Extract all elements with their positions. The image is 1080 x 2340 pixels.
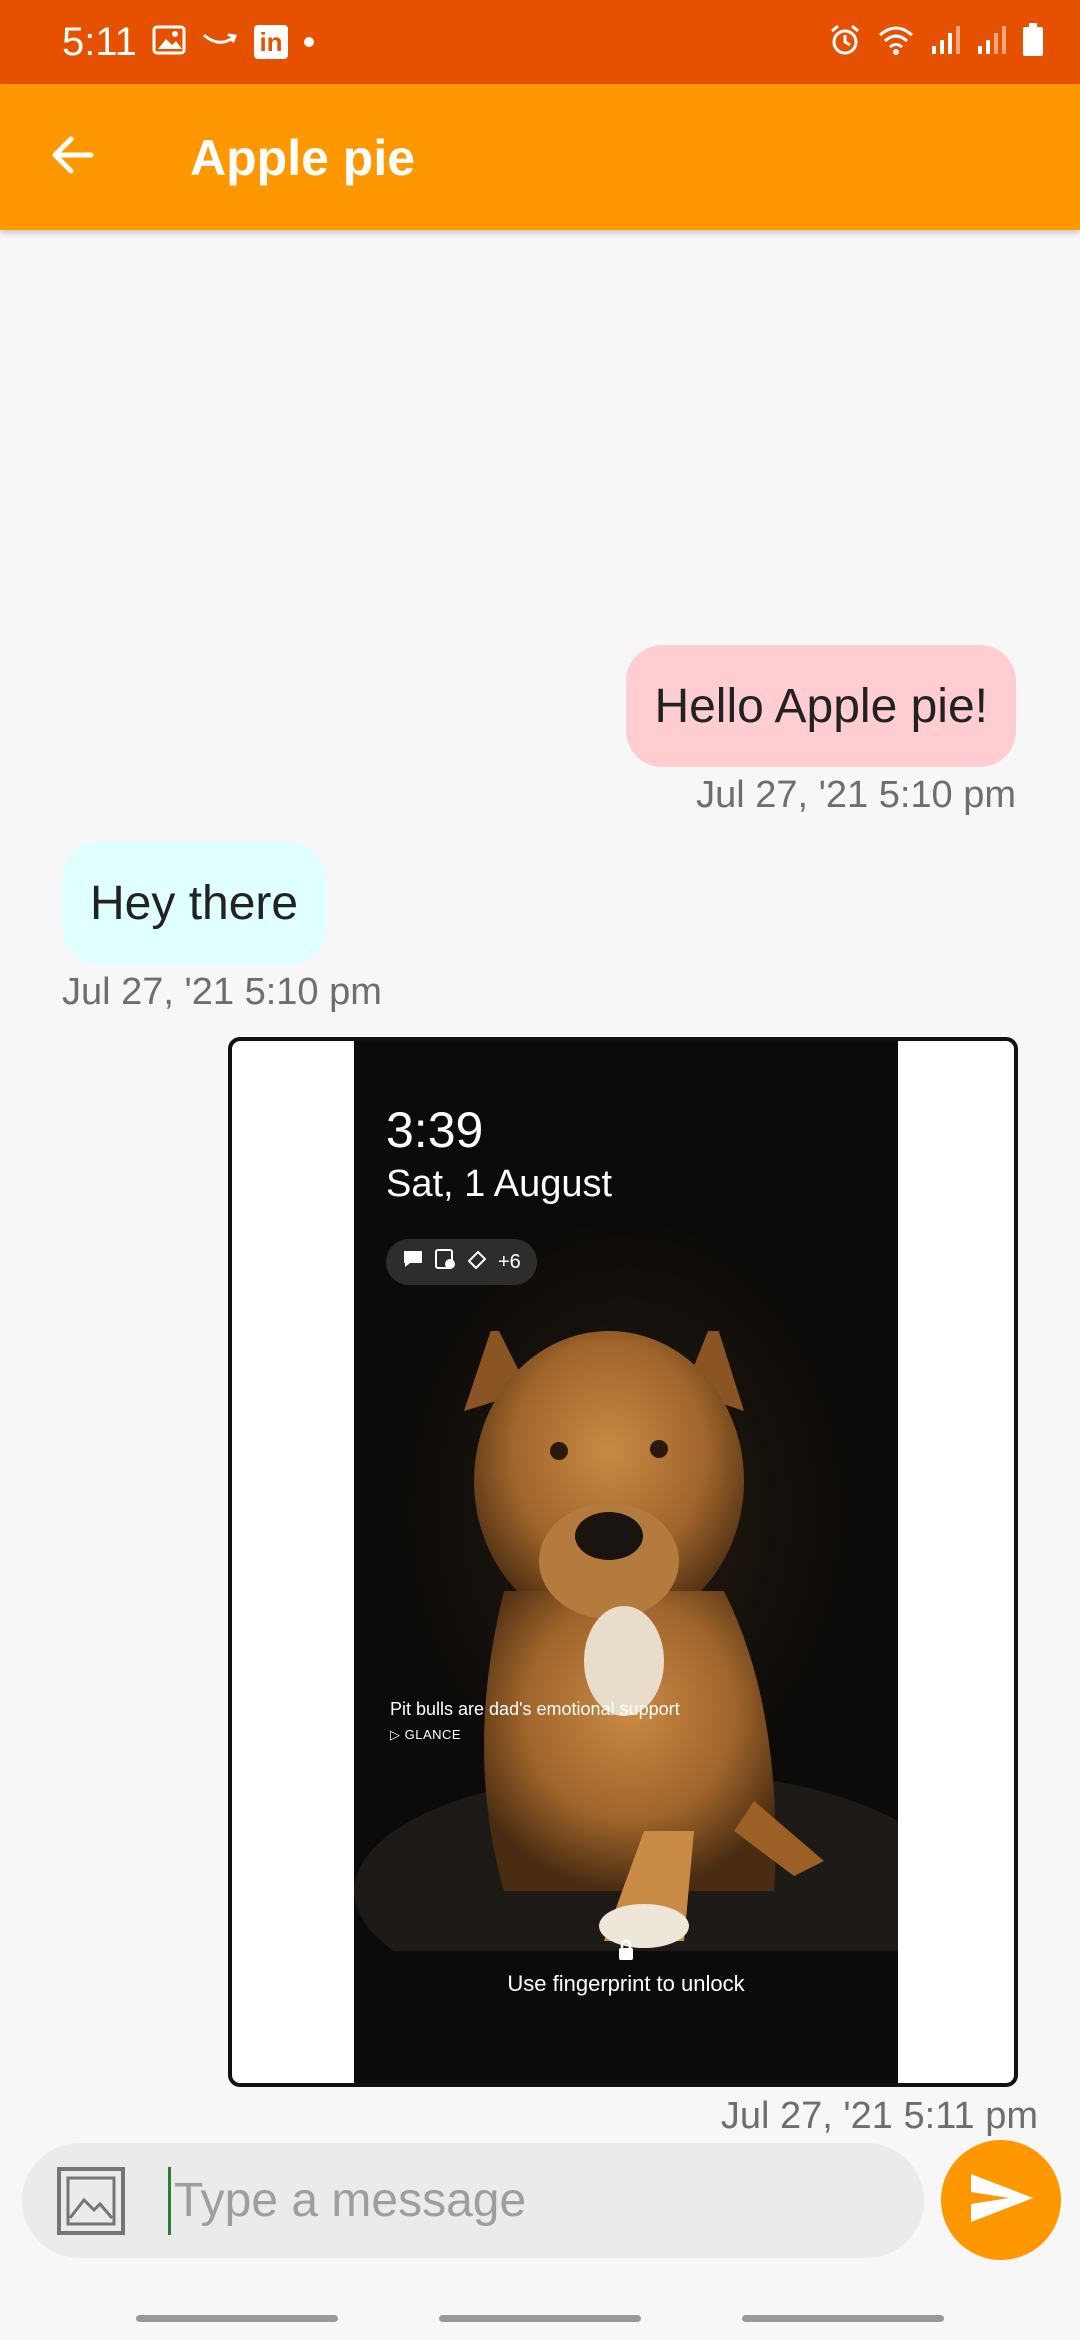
message-input[interactable] (174, 2143, 894, 2258)
chat-bubble-icon (402, 1249, 424, 1275)
send-button[interactable] (941, 2140, 1061, 2260)
signal-icon (930, 24, 962, 61)
message-timestamp: Jul 27, '21 5:11 pm (720, 2095, 1038, 2137)
message-bubble-received[interactable]: Hey there (62, 842, 327, 964)
app-bar: Apple pie (0, 84, 1080, 230)
message-text: Hey there (90, 876, 299, 930)
alarm-icon (828, 23, 862, 62)
lock-icon (616, 1939, 636, 1966)
nav-home-button[interactable] (439, 2315, 641, 2322)
message-bubble-sent[interactable]: Hello Apple pie! (626, 645, 1016, 767)
linkedin-icon-text: in (259, 27, 283, 57)
image-icon (57, 2167, 125, 2235)
status-bar: 5:11 in (0, 0, 1080, 84)
chat-title: Apple pie (190, 130, 416, 186)
screenshot-caption: Pit bulls are dad's emotional support (390, 1699, 680, 1719)
nav-recents-button[interactable] (136, 2315, 338, 2322)
message-timestamp: Jul 27, '21 5:10 pm (62, 971, 382, 1013)
notification-count: +6 (498, 1250, 521, 1273)
shared-screenshot-image: 3:39 Sat, 1 August +6 Pit bulls are dad'… (354, 1041, 898, 2083)
nav-back-button[interactable] (742, 2315, 944, 2322)
dot-icon (304, 37, 314, 47)
status-right-icons (828, 22, 1044, 62)
dog-photo-icon (354, 1331, 898, 1951)
gallery-icon (152, 25, 186, 60)
wifi-icon (876, 24, 916, 61)
notification-chip: +6 (386, 1239, 537, 1285)
send-icon (965, 2168, 1037, 2233)
calendar-check-icon (434, 1248, 456, 1276)
screenshot-time: 3:39 (386, 1102, 484, 1158)
glance-label: ▷ GLANCE (390, 1727, 462, 1742)
image-message[interactable]: 3:39 Sat, 1 August +6 Pit bulls are dad'… (228, 1037, 1018, 2087)
screenshot-date: Sat, 1 August (386, 1163, 613, 1205)
status-time: 5:11 (62, 20, 137, 64)
glance-text: GLANCE (404, 1727, 462, 1742)
signal-icon (976, 24, 1008, 61)
message-composer (22, 2143, 924, 2258)
linkedin-icon: in (254, 25, 288, 59)
message-text: Hello Apple pie! (654, 679, 988, 733)
amazon-smile-icon (202, 28, 238, 57)
text-cursor (168, 2167, 171, 2235)
back-button[interactable] (32, 117, 112, 197)
ticket-icon (466, 1249, 488, 1275)
unlock-hint: Use fingerprint to unlock (507, 1971, 745, 1996)
message-timestamp: Jul 27, '21 5:10 pm (696, 774, 1016, 816)
back-arrow-icon (49, 132, 95, 183)
battery-icon (1022, 22, 1044, 62)
status-left-icons: in (152, 22, 314, 62)
attach-image-button[interactable] (56, 2166, 126, 2236)
system-nav-bar (0, 2288, 1080, 2340)
